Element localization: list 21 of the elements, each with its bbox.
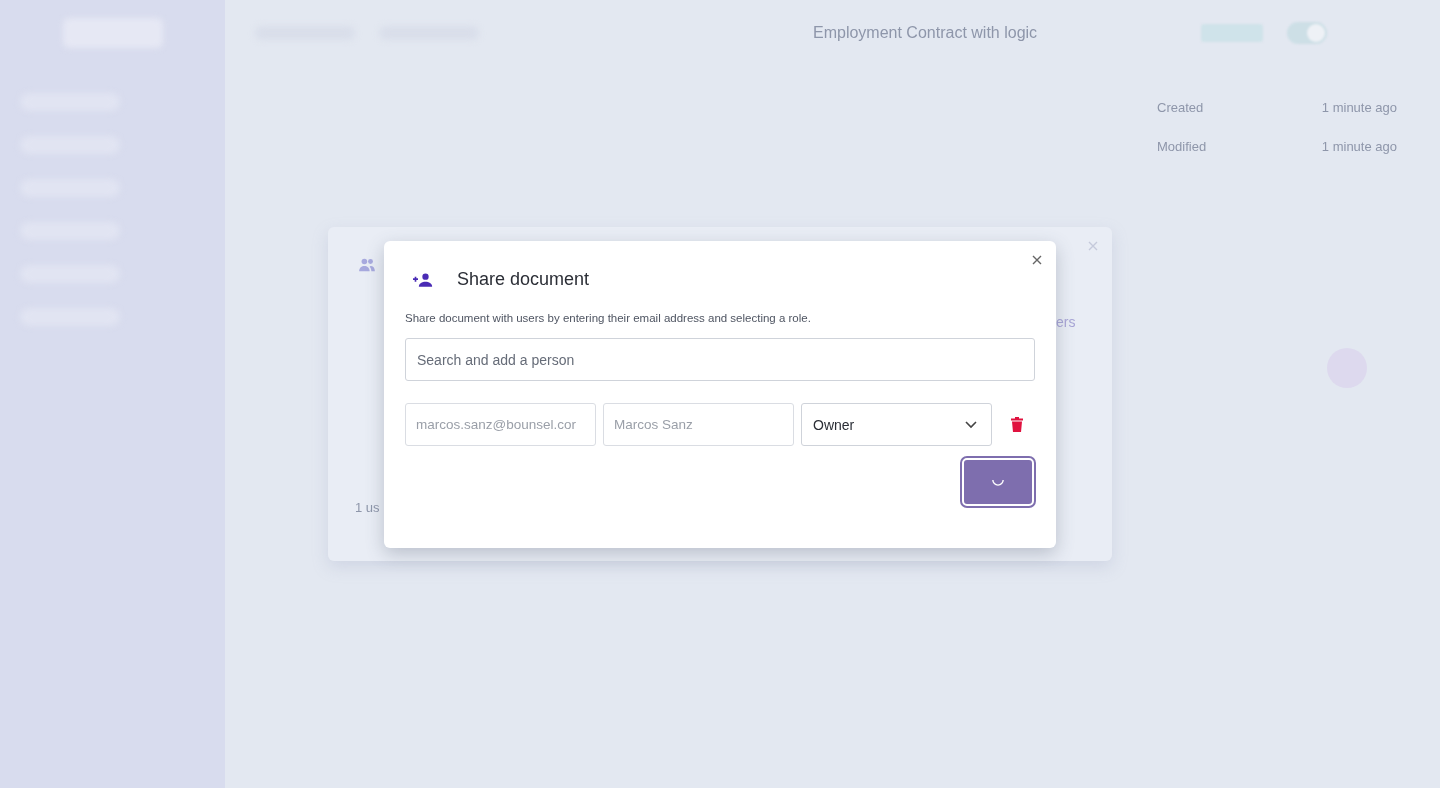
add-person-icon <box>413 272 433 287</box>
close-icon[interactable] <box>1032 255 1042 265</box>
users-icon <box>358 258 376 272</box>
document-title: Employment Contract with logic <box>813 24 1038 42</box>
spinner-icon <box>992 478 1004 486</box>
property-label: Created <box>1157 100 1204 115</box>
property-value: 1 minute ago <box>1321 139 1397 154</box>
dialog-description: Share document with users by entering their email address and selecting a role. <box>405 312 812 324</box>
chevron-down-icon <box>965 420 977 429</box>
search-field[interactable]: Search and add a person <box>405 338 1035 381</box>
email-field[interactable]: marcos.sanz@bounsel.cor <box>405 403 596 446</box>
trash-icon[interactable] <box>1011 417 1023 432</box>
submit-button[interactable] <box>962 458 1034 506</box>
property-value: 1 minute ago <box>1321 100 1397 115</box>
members-link[interactable]: ers <box>1056 314 1076 330</box>
property-label: Modified <box>1157 139 1207 154</box>
toggle-switch[interactable] <box>1287 22 1328 44</box>
dialog-title: Share document <box>457 269 590 290</box>
name-field[interactable]: Marcos Sanz <box>603 403 794 446</box>
role-select[interactable]: Owner <box>801 403 992 446</box>
user-count: 1 us <box>355 500 380 515</box>
